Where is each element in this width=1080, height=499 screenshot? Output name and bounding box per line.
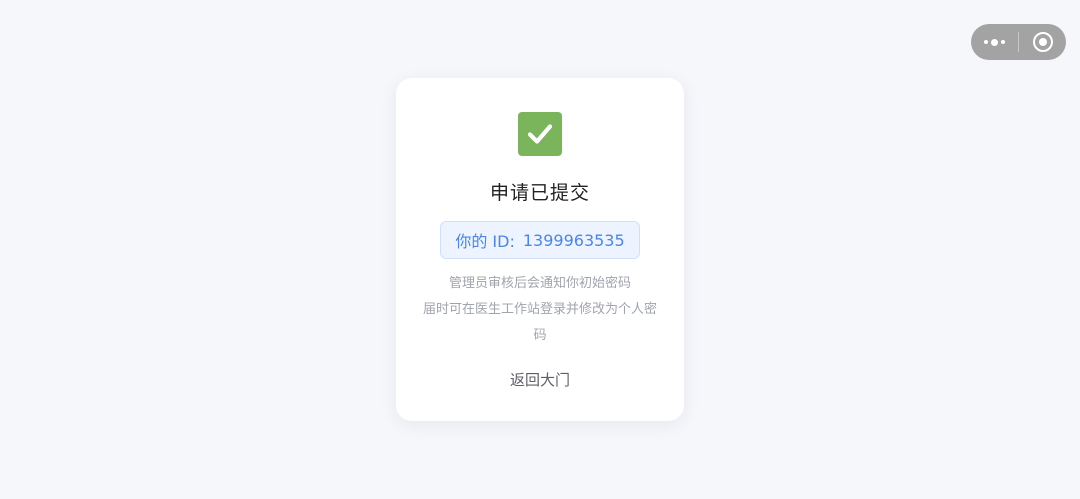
target-circle-icon [1032,32,1053,52]
close-button[interactable] [1019,24,1066,60]
success-card: 申请已提交 你的 ID: 1399963535 管理员审核后会通知你初始密码 届… [396,78,684,421]
user-id-badge: 你的 ID: 1399963535 [440,221,640,259]
check-mark-icon [518,112,562,156]
back-to-gate-button[interactable]: 返回大门 [502,365,578,394]
description: 管理员审核后会通知你初始密码 届时可在医生工作站登录并修改为个人密码 [420,271,660,349]
description-line-2: 届时可在医生工作站登录并修改为个人密码 [422,302,657,343]
description-line-1: 管理员审核后会通知你初始密码 [448,276,631,291]
id-label: 你的 ID: [455,232,515,251]
more-dots-icon [984,38,1005,46]
more-button[interactable] [971,24,1018,60]
menu-capsule [971,24,1066,60]
page-title: 申请已提交 [489,182,590,204]
id-value: 1399963535 [522,230,625,250]
